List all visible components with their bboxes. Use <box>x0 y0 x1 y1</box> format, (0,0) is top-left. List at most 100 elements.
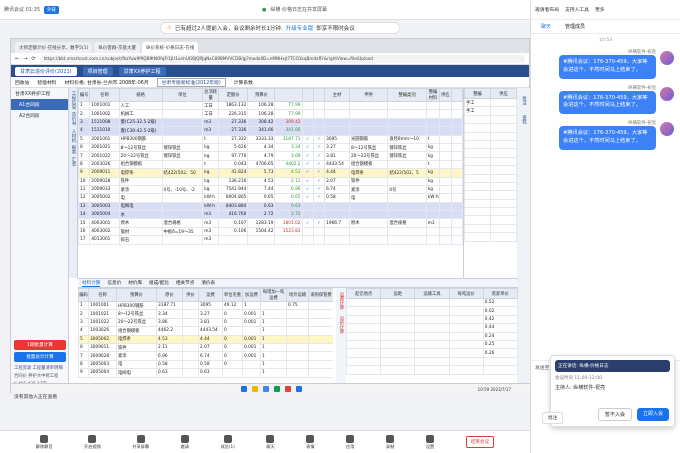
table-cell[interactable]: 0.63 <box>247 201 276 212</box>
table-cell[interactable]: 4003002 <box>89 226 120 237</box>
table-cell[interactable]: 6.96 <box>274 184 303 195</box>
table-cell[interactable]: 1001001 <box>88 300 117 311</box>
table-cell[interactable]: ✓ <box>301 142 314 153</box>
table-cell[interactable]: 8～12号铁丝 <box>118 142 163 153</box>
col-header[interactable]: 整编类别 <box>387 88 427 102</box>
table-cell[interactable] <box>439 218 452 228</box>
table-cell[interactable]: HPB300钢筋 <box>116 300 157 311</box>
table-cell[interactable]: ✓ <box>312 159 326 170</box>
table-cell[interactable]: 1 <box>260 359 287 370</box>
table-cell[interactable] <box>439 226 452 237</box>
table-cell[interactable] <box>182 351 199 361</box>
table-cell[interactable] <box>301 235 314 245</box>
table-cell[interactable]: 136.216 <box>217 176 249 186</box>
table-cell[interactable] <box>425 226 441 237</box>
table-cell[interactable]: 15 <box>78 218 91 228</box>
table-cell[interactable] <box>464 123 491 133</box>
table-cell[interactable] <box>450 109 463 119</box>
col-header[interactable]: 整编 <box>464 88 491 99</box>
table-row[interactable]: 8 3005003 电 0.58 0.58 0 1 <box>78 359 333 370</box>
table-cell[interactable]: 电 <box>348 193 389 203</box>
detail-tab[interactable]: 清价表 <box>201 280 215 286</box>
table-cell[interactable]: 1 <box>78 100 91 111</box>
table-cell[interactable]: 1 <box>260 317 287 328</box>
browser-tab[interactable]: 大师定额计价-在线分享，数字5(1) <box>15 42 93 53</box>
table-row[interactable] <box>464 131 517 141</box>
table-cell[interactable] <box>301 100 314 111</box>
tree-node-a2[interactable]: A2合同段 <box>11 110 68 121</box>
back-icon[interactable]: ← <box>15 56 19 62</box>
toolbar-smart-material[interactable]: 智能材料 <box>37 79 56 86</box>
col-header[interactable]: 编号 <box>78 88 91 102</box>
table-cell[interactable]: 0 <box>222 334 243 344</box>
browser-icon[interactable] <box>262 386 269 392</box>
table-row[interactable]: 8 2003026 组合钢模板 t 0.043 4706.65 4462.2 ✓ ✓ 4443.5… <box>78 159 463 170</box>
table-cell[interactable] <box>490 232 517 242</box>
table-cell[interactable] <box>346 306 382 316</box>
table-cell[interactable]: 4443.54 <box>198 326 223 336</box>
table-row[interactable]: 4 1003026 组合钢模板 4462.2 4443.54 0 1 <box>78 326 333 336</box>
table-cell[interactable]: 309.42 <box>274 117 303 128</box>
table-cell[interactable]: 7 <box>78 351 89 361</box>
table-cell[interactable] <box>414 306 450 316</box>
table-cell[interactable]: 4 <box>78 126 91 136</box>
table-cell[interactable]: kg <box>202 168 219 178</box>
table-cell[interactable]: 0.58 <box>324 193 350 203</box>
table-cell[interactable]: 0.58 <box>198 359 223 370</box>
table-cell[interactable] <box>450 134 463 144</box>
table-cell[interactable]: m3 <box>202 126 219 136</box>
table-cell[interactable] <box>324 126 350 136</box>
table-cell[interactable]: 1 <box>260 351 287 361</box>
table-row[interactable]: 13 3005003 电网电 kW·h 8403.884 0.63 0.63 <box>78 201 463 212</box>
more-menu[interactable]: 更多 <box>595 6 605 13</box>
table-cell[interactable] <box>242 326 261 336</box>
table-cell[interactable] <box>414 365 450 375</box>
col-header[interactable]: 规格 <box>118 88 163 102</box>
table-cell[interactable]: 1511008 <box>89 117 120 128</box>
col-header[interactable] <box>274 88 303 102</box>
table-cell[interactable]: 锯材 <box>118 226 163 237</box>
table-cell[interactable] <box>450 218 463 228</box>
table-cell[interactable]: 11 <box>78 184 91 195</box>
table-cell[interactable]: 0 <box>222 326 243 336</box>
table-cell[interactable] <box>312 117 326 128</box>
table-row[interactable]: 手工 <box>464 106 517 116</box>
table-cell[interactable]: 27.332 <box>217 134 249 144</box>
table-cell[interactable] <box>448 297 484 308</box>
upgrade-link[interactable]: 升级专业版 <box>286 24 314 32</box>
table-cell[interactable]: ✓ <box>301 134 314 144</box>
table-cell[interactable] <box>324 117 350 128</box>
table-cell[interactable]: kg <box>425 151 441 161</box>
vtab[interactable]: 汇总 <box>70 157 76 166</box>
table-cell[interactable]: 3005003 <box>89 201 120 212</box>
table-cell[interactable]: 20～22号铁丝 <box>116 317 157 328</box>
table-cell[interactable]: 8～12号铁丝 <box>348 142 389 153</box>
toolbar-recycle[interactable]: 回收站 <box>15 79 29 86</box>
toolbar-coef[interactable]: 计算系数 <box>234 79 253 86</box>
table-cell[interactable] <box>425 100 441 111</box>
table-cell[interactable]: 6 <box>78 342 89 353</box>
table-cell[interactable] <box>387 176 427 186</box>
table-cell[interactable] <box>387 100 427 111</box>
table-cell[interactable]: 5 <box>78 134 91 144</box>
table-cell[interactable]: 77.99 <box>274 100 303 111</box>
table-cell[interactable]: 2 <box>78 109 91 119</box>
table-cell[interactable]: 机械工 <box>118 109 163 119</box>
table-cell[interactable] <box>490 148 517 158</box>
tree-root[interactable]: 甘肃XX养护工程 <box>11 88 68 99</box>
tab-members[interactable]: 管理成员 <box>565 23 585 30</box>
table-cell[interactable]: 2 <box>78 309 89 319</box>
table-cell[interactable] <box>439 184 452 195</box>
table-cell[interactable] <box>312 201 326 212</box>
tree-node-a1[interactable]: A1合同段 <box>11 99 68 110</box>
table-cell[interactable] <box>425 201 441 212</box>
table-cell[interactable]: kW·h <box>202 201 219 212</box>
table-cell[interactable]: 2009028 <box>89 176 120 186</box>
table-cell[interactable]: 电网电 <box>118 201 163 212</box>
settings-button[interactable]: 设置 <box>426 434 434 450</box>
table-cell[interactable] <box>387 109 427 119</box>
table-cell[interactable] <box>324 226 350 237</box>
detail-tab[interactable]: 组成/配比 <box>149 280 169 286</box>
table-cell[interactable]: ✓ <box>312 176 326 186</box>
table-cell[interactable] <box>286 342 309 353</box>
